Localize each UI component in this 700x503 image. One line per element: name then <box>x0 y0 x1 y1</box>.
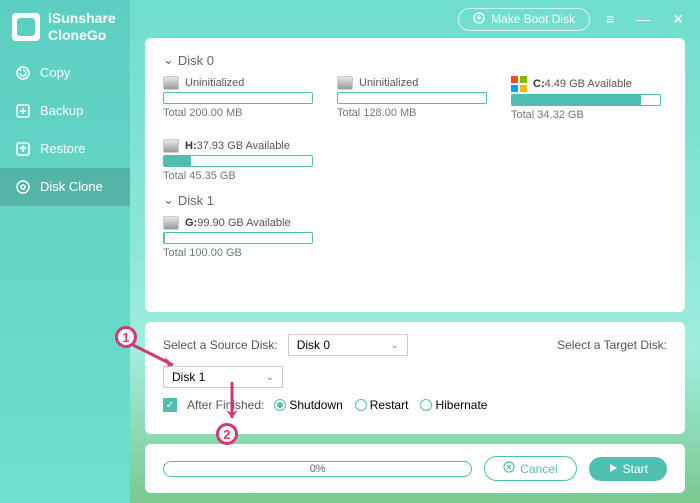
disk-header[interactable]: ⌄ Disk 1 <box>163 192 667 208</box>
sidebar-item-copy[interactable]: Copy <box>0 54 130 92</box>
volume-usage-bar <box>511 94 661 106</box>
volume-total: Total 100.00 GB <box>163 247 313 259</box>
disk-header[interactable]: ⌄ Disk 0 <box>163 52 667 68</box>
volume[interactable]: G:99.90 GB Available Total 100.00 GB <box>163 216 313 259</box>
volume-total: Total 34.32 GB <box>511 109 661 121</box>
after-finished-checkbox[interactable]: ✓ <box>163 398 177 412</box>
volume[interactable]: C:4.49 GB Available Total 34.32 GB <box>511 76 661 121</box>
minimize-button[interactable]: — <box>630 9 656 29</box>
volume-label: C:4.49 GB Available <box>533 78 632 90</box>
restore-icon <box>14 140 32 158</box>
volume-total: Total 45.35 GB <box>163 170 313 182</box>
annotation-arrow-1 <box>128 340 188 380</box>
sidebar-item-backup[interactable]: Backup <box>0 92 130 130</box>
radio-label: Restart <box>370 398 409 412</box>
disk-clone-icon <box>14 178 32 196</box>
volume[interactable]: H:37.93 GB Available Total 45.35 GB <box>163 139 313 182</box>
volume-label: G:99.90 GB Available <box>185 217 291 229</box>
volume-total: Total 128.00 MB <box>337 107 487 119</box>
volume[interactable]: Uninitialized Total 128.00 MB <box>337 76 487 121</box>
windows-icon <box>511 76 527 92</box>
radio-icon <box>274 399 286 411</box>
radio-label: Hibernate <box>435 398 487 412</box>
volume-total: Total 200.00 MB <box>163 107 313 119</box>
app-logo-icon <box>12 13 40 41</box>
disk-name: Disk 1 <box>178 193 214 208</box>
menu-icon[interactable]: ≡ <box>600 9 620 29</box>
progress-percent: 0% <box>310 463 326 475</box>
volume[interactable]: Uninitialized Total 200.00 MB <box>163 76 313 121</box>
after-option-restart[interactable]: Restart <box>355 398 409 412</box>
app-title: iSunshare CloneGo <box>0 0 130 54</box>
topbar: Make Boot Disk ≡ — ✕ <box>130 0 700 38</box>
disks-panel: ⌄ Disk 0UninitializedTotal 200.00 MBUnin… <box>145 38 685 312</box>
drive-icon <box>163 76 179 90</box>
chevron-down-icon: ⌄ <box>163 192 174 208</box>
sidebar-label: Restore <box>40 141 86 156</box>
volume-usage-bar <box>163 232 313 244</box>
after-option-shutdown[interactable]: Shutdown <box>274 398 342 412</box>
sidebar-label: Backup <box>40 103 83 118</box>
sidebar-item-disk-clone[interactable]: Disk Clone <box>0 168 130 206</box>
volume-label: Uninitialized <box>359 77 418 89</box>
drive-icon <box>163 139 179 153</box>
sidebar: iSunshare CloneGo Copy Backup Restore Di… <box>0 0 130 503</box>
title-line2: CloneGo <box>48 27 116 44</box>
annotation-1: 1 <box>115 326 137 348</box>
cancel-icon <box>503 461 515 476</box>
title-line1: iSunshare <box>48 10 116 27</box>
target-disk-label: Select a Target Disk: <box>557 338 667 352</box>
chevron-down-icon: ⌄ <box>390 340 398 351</box>
after-option-hibernate[interactable]: Hibernate <box>420 398 487 412</box>
drive-icon <box>337 76 353 90</box>
annotation-2: 2 <box>216 423 238 445</box>
cancel-button[interactable]: Cancel <box>484 456 576 481</box>
progress-panel: 0% Cancel Start <box>145 444 685 493</box>
download-icon <box>473 12 485 27</box>
drive-icon <box>163 216 179 230</box>
radio-label: Shutdown <box>289 398 342 412</box>
radio-icon <box>420 399 432 411</box>
sidebar-label: Disk Clone <box>40 179 103 194</box>
boot-label: Make Boot Disk <box>491 12 575 26</box>
volume-usage-bar <box>163 155 313 167</box>
start-button[interactable]: Start <box>589 457 667 481</box>
sidebar-label: Copy <box>40 65 70 80</box>
cancel-label: Cancel <box>520 462 557 476</box>
backup-icon <box>14 102 32 120</box>
chevron-down-icon: ⌄ <box>266 372 274 383</box>
volume-label: Uninitialized <box>185 77 244 89</box>
sidebar-item-restore[interactable]: Restore <box>0 130 130 168</box>
volume-usage-bar <box>337 92 487 104</box>
play-icon <box>608 462 618 476</box>
start-label: Start <box>623 462 648 476</box>
chevron-down-icon: ⌄ <box>163 52 174 68</box>
disk-name: Disk 0 <box>178 53 214 68</box>
source-value: Disk 0 <box>297 338 330 352</box>
progress-bar: 0% <box>163 461 472 477</box>
volume-label: H:37.93 GB Available <box>185 140 290 152</box>
make-boot-disk-button[interactable]: Make Boot Disk <box>458 8 590 31</box>
volume-usage-bar <box>163 92 313 104</box>
radio-icon <box>355 399 367 411</box>
source-disk-select[interactable]: Disk 0 ⌄ <box>288 334 408 356</box>
copy-icon <box>14 64 32 82</box>
close-button[interactable]: ✕ <box>666 9 690 30</box>
